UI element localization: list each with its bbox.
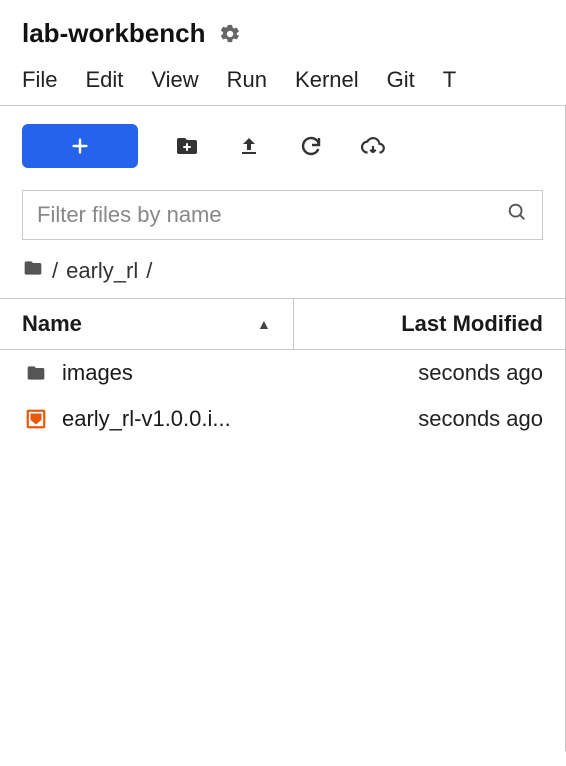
notebook-icon (22, 408, 50, 430)
breadcrumb-sep: / (146, 258, 152, 284)
gear-icon[interactable] (219, 23, 241, 45)
menu-file[interactable]: File (22, 67, 57, 93)
column-modified[interactable]: Last Modified (294, 299, 565, 349)
filter-input[interactable] (37, 202, 506, 228)
new-folder-icon[interactable] (174, 133, 200, 159)
file-row[interactable]: images seconds ago (0, 350, 565, 396)
cloud-download-icon[interactable] (360, 133, 386, 159)
file-name: images (62, 360, 293, 386)
file-row[interactable]: early_rl-v1.0.0.i... seconds ago (0, 396, 565, 442)
breadcrumb-folder[interactable]: early_rl (66, 258, 138, 284)
column-name[interactable]: Name ▲ (0, 299, 294, 349)
breadcrumb[interactable]: / early_rl / (0, 252, 565, 298)
menubar: File Edit View Run Kernel Git T (0, 59, 566, 105)
file-name: early_rl-v1.0.0.i... (62, 406, 293, 432)
file-list-header: Name ▲ Last Modified (0, 298, 565, 350)
refresh-icon[interactable] (298, 133, 324, 159)
breadcrumb-sep: / (52, 258, 58, 284)
file-modified: seconds ago (293, 406, 543, 432)
folder-icon (22, 258, 44, 284)
app-header: lab-workbench (0, 0, 566, 59)
menu-truncated[interactable]: T (443, 67, 456, 93)
file-modified: seconds ago (293, 360, 543, 386)
new-launcher-button[interactable] (22, 124, 138, 168)
menu-view[interactable]: View (151, 67, 198, 93)
file-toolbar (0, 106, 565, 186)
app-title: lab-workbench (22, 18, 205, 49)
folder-icon (22, 363, 50, 383)
file-browser: / early_rl / Name ▲ Last Modified images… (0, 105, 566, 751)
search-icon (506, 201, 528, 229)
column-modified-label: Last Modified (401, 311, 543, 336)
menu-git[interactable]: Git (387, 67, 415, 93)
filter-box (22, 190, 543, 240)
sort-ascending-icon: ▲ (257, 316, 271, 332)
menu-run[interactable]: Run (227, 67, 267, 93)
menu-kernel[interactable]: Kernel (295, 67, 359, 93)
column-name-label: Name (22, 311, 82, 337)
upload-icon[interactable] (236, 133, 262, 159)
menu-edit[interactable]: Edit (85, 67, 123, 93)
